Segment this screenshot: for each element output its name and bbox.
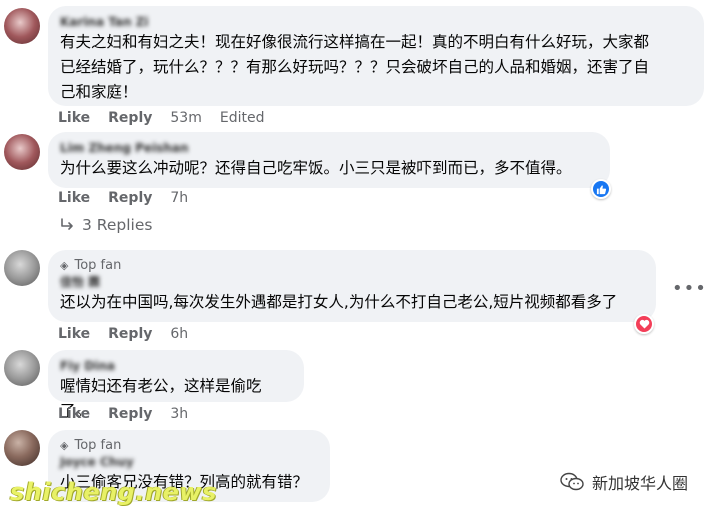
diamond-icon: ◈ — [60, 439, 69, 452]
reply-arrow-icon — [61, 218, 73, 230]
avatar[interactable] — [4, 250, 40, 286]
comment-author[interactable]: Joyce Chuy — [60, 454, 318, 470]
comment-actions: Like Reply 53m Edited — [58, 110, 264, 126]
reply-button[interactable]: Reply — [108, 110, 152, 126]
comment-text-line: 有夫之妇和有妇之夫！现在好像很流行这样搞在一起！真的不明白有什么好玩，大家都 — [60, 33, 650, 51]
comment-text-line: 已经结婚了，玩什么？？？有那么好玩吗？？？只会破坏自己的人品和婚姻，还害了自 — [60, 58, 650, 76]
comment-actions: Like Reply 7h — [58, 190, 188, 206]
like-reaction-icon[interactable] — [591, 179, 611, 199]
wechat-icon — [560, 472, 584, 491]
comment-time[interactable]: 6h — [170, 326, 188, 342]
comment-actions: Like Reply 3h — [58, 406, 188, 422]
comment-time[interactable]: 53m — [170, 110, 201, 126]
comment-bubble: Fiy Dina 喔情妇还有老公，这样是偷吃了。 — [48, 350, 304, 420]
comment-author[interactable]: Karina Tan Zi — [60, 14, 692, 30]
top-fan-badge: ◈ Top fan — [60, 258, 644, 274]
replies-count: 3 Replies — [82, 216, 153, 234]
comment-author[interactable]: Fiy Dina — [60, 358, 292, 374]
badge-label: Top fan — [74, 258, 122, 273]
top-fan-badge: ◈ Top fan — [60, 438, 318, 454]
like-button[interactable]: Like — [58, 406, 90, 422]
comment-time[interactable]: 3h — [170, 406, 188, 422]
like-button[interactable]: Like — [58, 190, 90, 206]
comment-actions: Like Reply 6h — [58, 326, 188, 342]
site-watermark: shicheng.news — [10, 478, 217, 506]
comment-bubble: ◈ Top fan 佳怡 霖 还以为在中国吗,每次发生外遇都是打女人,为什么不打… — [48, 250, 656, 322]
like-button[interactable]: Like — [58, 326, 90, 342]
avatar[interactable] — [4, 350, 40, 386]
view-replies-button[interactable]: 3 Replies — [60, 216, 152, 234]
wechat-watermark: 新加坡华人圈 — [560, 470, 688, 494]
like-button[interactable]: Like — [58, 110, 90, 126]
edited-label: Edited — [219, 110, 265, 126]
reply-button[interactable]: Reply — [108, 406, 152, 422]
comment-bubble: Lim Zheng Peishan 为什么要这么冲动呢？还得自己吃牢饭。小三只是… — [48, 132, 610, 188]
comment-text-line: 还以为在中国吗,每次发生外遇都是打女人,为什么不打自己老公,短片视频都看多了 — [60, 293, 618, 311]
more-options-icon[interactable]: ••• — [672, 278, 707, 299]
avatar[interactable] — [4, 430, 40, 466]
reply-button[interactable]: Reply — [108, 190, 152, 206]
avatar[interactable] — [4, 134, 40, 170]
wechat-account-name: 新加坡华人圈 — [592, 474, 689, 493]
comment-bubble: Karina Tan Zi 有夫之妇和有妇之夫！现在好像很流行这样搞在一起！真的… — [48, 6, 704, 106]
badge-label: Top fan — [74, 438, 122, 453]
reply-button[interactable]: Reply — [108, 326, 152, 342]
comment-author[interactable]: Lim Zheng Peishan — [60, 140, 598, 156]
comment-author[interactable]: 佳怡 霖 — [60, 274, 644, 290]
diamond-icon: ◈ — [60, 259, 69, 272]
comment-text-line: 为什么要这么冲动呢？还得自己吃牢饭。小三只是被吓到而已，多不值得。 — [60, 159, 572, 177]
comment-text-line: 己和家庭！ — [60, 83, 138, 101]
love-reaction-icon[interactable] — [634, 314, 654, 334]
avatar[interactable] — [4, 8, 40, 44]
comment-time[interactable]: 7h — [170, 190, 188, 206]
